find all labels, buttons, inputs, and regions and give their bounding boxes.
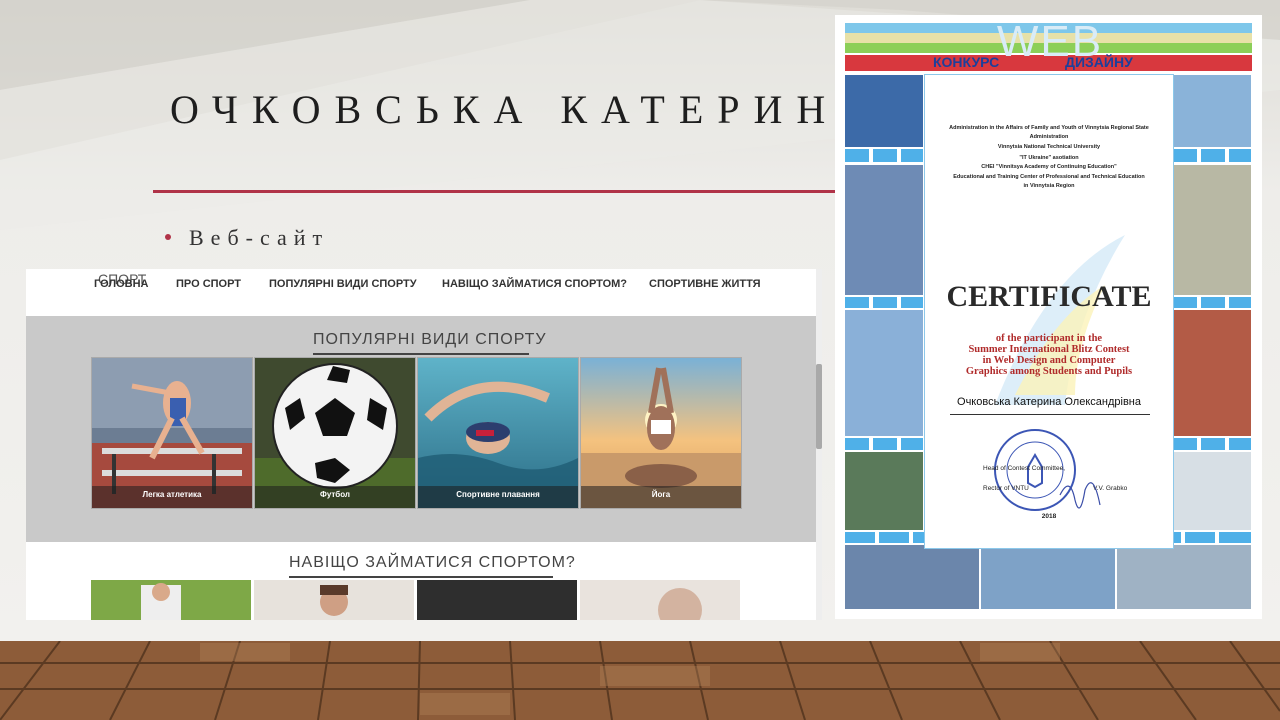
- banner-design-text: ДИЗАЙНУ: [1065, 54, 1133, 70]
- certificate-year: 2018: [1041, 513, 1057, 520]
- scrollbar-thumb[interactable]: [816, 364, 822, 449]
- website-screenshot: СПОРТ ГОЛОВНА ПРО СПОРТ ПОПУЛЯРНІ ВИДИ С…: [26, 269, 822, 620]
- section-why-title: НАВІЩО ЗАЙМАТИСЯ СПОРТОМ?: [289, 554, 576, 571]
- signer-title-line-2: Rector of VNTU: [983, 485, 1029, 492]
- nav-about[interactable]: ПРО СПОРТ: [176, 278, 241, 290]
- certificate-body: Administration in the Affairs of Family …: [924, 74, 1174, 549]
- floor-planks: [0, 641, 1280, 720]
- certificate-subtitle-1: of the participant in the: [995, 333, 1103, 344]
- card-football[interactable]: Футбол: [254, 357, 416, 509]
- card-why-1[interactable]: [91, 580, 251, 620]
- card-why-3[interactable]: [417, 580, 577, 620]
- certificate-subtitle-3: in Web Design and Computer: [982, 355, 1116, 366]
- recipient-underline: [950, 414, 1150, 415]
- card-athletics-label: Легка атлетика: [92, 486, 252, 508]
- organizer-line-3: Vinnytsia National Technical University: [997, 144, 1101, 150]
- nav-why[interactable]: НАВІЩО ЗАЙМАТИСЯ СПОРТОМ?: [442, 278, 627, 290]
- banner-contest-text: КОНКУРС: [933, 54, 1000, 70]
- site-navbar: СПОРТ ГОЛОВНА ПРО СПОРТ ПОПУЛЯРНІ ВИДИ С…: [26, 269, 816, 316]
- recipient-name: Очковська Катерина Олександрівна: [957, 396, 1141, 408]
- why-image-2: [254, 580, 414, 620]
- certificate-heading: CERTIFICATE: [946, 280, 1152, 313]
- organizer-line-6: Educational and Training Center of Profe…: [953, 174, 1145, 180]
- card-yoga-label: Йога: [581, 486, 741, 508]
- title-divider: [153, 190, 843, 193]
- card-swimming[interactable]: Спортивне плавання: [417, 357, 579, 509]
- wooden-floor: [0, 641, 1280, 720]
- card-why-2[interactable]: [254, 580, 414, 620]
- organizer-line-4: "IT Ukraine" asotiation: [1019, 155, 1079, 161]
- nav-popular[interactable]: ПОПУЛЯРНІ ВИДИ СПОРТУ: [269, 278, 417, 290]
- section-popular-underline: [313, 353, 529, 355]
- card-why-4[interactable]: [580, 580, 740, 620]
- section-popular: ПОПУЛЯРНІ ВИДИ СПОРТУ Легка атлетика Фут…: [26, 316, 816, 542]
- organizer-line-5: CHEI "Vinnitsya Academy of Continuing Ed…: [981, 164, 1117, 170]
- bullet-text: Веб-сайт: [189, 225, 330, 250]
- card-athletics[interactable]: Легка атлетика: [91, 357, 253, 509]
- bullet-icon: [165, 233, 171, 240]
- why-image-4: [580, 580, 740, 620]
- nav-home[interactable]: ГОЛОВНА: [94, 278, 148, 290]
- certificate: WEB КОНКУРС ДИЗАЙНУ Administration in th…: [835, 15, 1262, 619]
- certificate-subtitle-2: Summer International Blitz Contest: [968, 344, 1130, 355]
- section-why-underline: [289, 576, 553, 578]
- section-popular-title: ПОПУЛЯРНІ ВИДИ СПОРТУ: [313, 331, 547, 348]
- bullet-item: Веб-сайт: [165, 225, 329, 251]
- why-image-1: [91, 580, 251, 620]
- card-football-label: Футбол: [255, 486, 415, 508]
- organizer-line-2: Administration: [1029, 134, 1069, 140]
- certificate-subtitle-4: Graphics among Students and Pupils: [965, 366, 1133, 377]
- site-scrollbar[interactable]: [816, 269, 822, 620]
- organizer-line-7: in Vinnytsia Region: [1023, 183, 1075, 189]
- signer-title-line-1: Head of Contest Committee,: [983, 465, 1066, 472]
- section-why: НАВІЩО ЗАЙМАТИСЯ СПОРТОМ?: [26, 542, 816, 620]
- organizer-line-1: Administration in the Affairs of Family …: [949, 125, 1149, 131]
- card-swimming-label: Спортивне плавання: [418, 486, 578, 508]
- slide-title: ОЧКОВСЬКА КАТЕРИНА: [170, 87, 883, 132]
- nav-life[interactable]: СПОРТИВНЕ ЖИТТЯ: [649, 278, 761, 290]
- card-yoga[interactable]: Йога: [580, 357, 742, 509]
- why-image-3: [417, 580, 577, 620]
